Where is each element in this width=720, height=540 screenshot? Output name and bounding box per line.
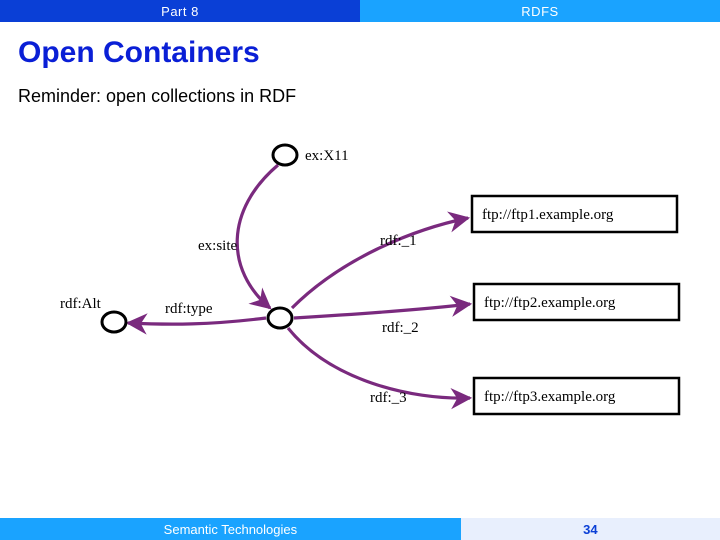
footer-course-label: Semantic Technologies bbox=[0, 518, 461, 540]
slide-footer: Semantic Technologies 34 bbox=[0, 518, 720, 540]
node-lit1-label: ftp://ftp1.example.org bbox=[482, 207, 614, 223]
rdf-container-diagram: ex:site rdf:type rdf:_1 rdf:_2 rdf:_3 ex… bbox=[0, 100, 720, 500]
node-left-label: rdf:Alt bbox=[60, 296, 102, 312]
header-part-label: Part 8 bbox=[0, 0, 360, 22]
edge-m1-label: rdf:_1 bbox=[380, 233, 417, 249]
edge-m2 bbox=[294, 304, 470, 318]
edge-type-label: rdf:type bbox=[165, 301, 213, 317]
node-center bbox=[268, 308, 292, 328]
node-lit2-label: ftp://ftp2.example.org bbox=[484, 295, 616, 311]
header-topic-label: RDFS bbox=[360, 0, 720, 22]
diagram-svg: ex:site rdf:type rdf:_1 rdf:_2 rdf:_3 ex… bbox=[0, 100, 720, 500]
edge-m3-label: rdf:_3 bbox=[370, 390, 407, 406]
edge-site bbox=[237, 165, 278, 308]
page-title: Open Containers bbox=[0, 22, 720, 80]
slide-header: Part 8 RDFS bbox=[0, 0, 720, 22]
edge-type bbox=[128, 318, 266, 324]
footer-page-number: 34 bbox=[461, 518, 720, 540]
edge-m2-label: rdf:_2 bbox=[382, 320, 419, 336]
node-top bbox=[273, 145, 297, 165]
node-top-label: ex:X11 bbox=[305, 148, 349, 164]
node-lit3-label: ftp://ftp3.example.org bbox=[484, 389, 616, 405]
node-left bbox=[102, 312, 126, 332]
edge-m1 bbox=[292, 218, 468, 308]
edge-m3 bbox=[288, 328, 470, 398]
edge-site-label: ex:site bbox=[198, 238, 237, 254]
